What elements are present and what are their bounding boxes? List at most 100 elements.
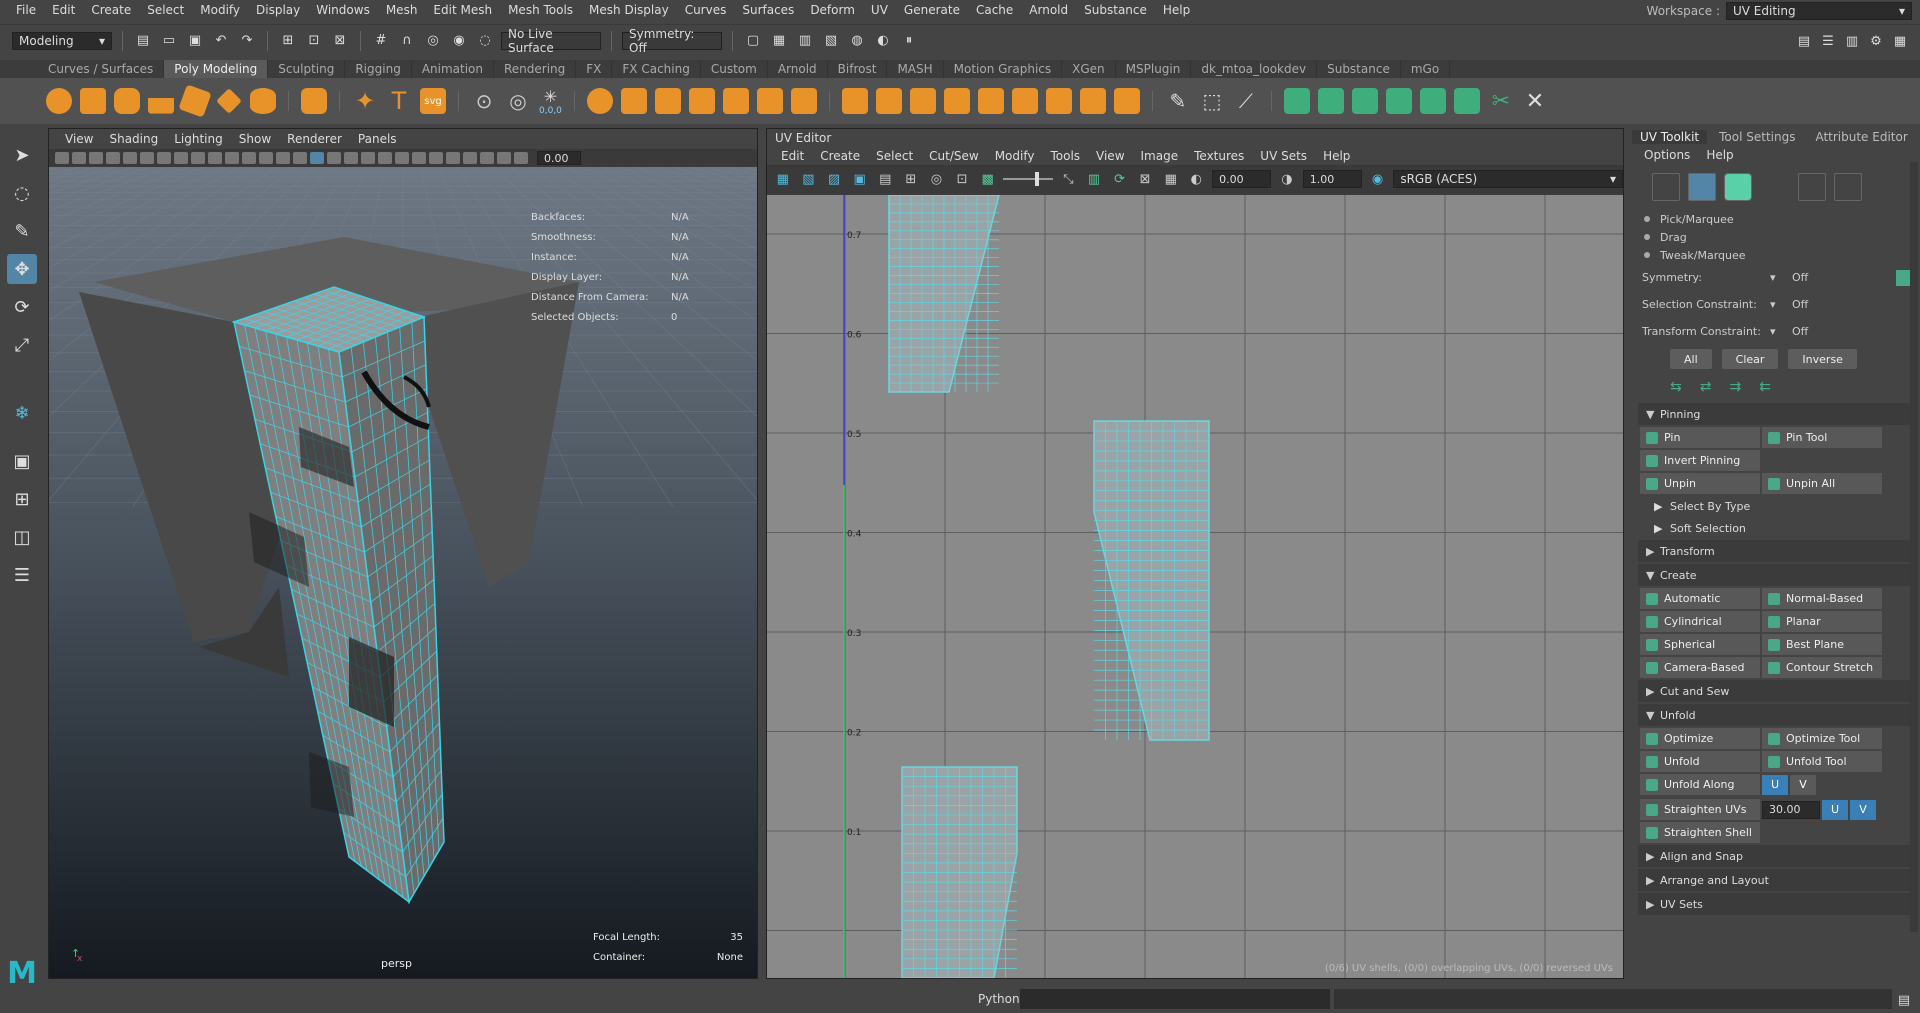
mode-dropdown[interactable]: Modeling ▾ — [12, 31, 112, 50]
shelf-tab-sculpting[interactable]: Sculpting — [268, 60, 346, 78]
snapshot-icon[interactable]: ⊡ — [952, 169, 972, 189]
automatic-uv-icon[interactable] — [1419, 88, 1446, 114]
viewport-scene[interactable]: ↑ x Backfaces: N/A Smoothness: N/A Instance:… — [0, 166, 1920, 978]
lattice-icon[interactable]: ✳ — [540, 86, 560, 106]
poly-torus-icon[interactable] — [178, 84, 212, 118]
optimize-tool-button[interactable]: Optimize Tool — [1762, 728, 1882, 749]
uv-refresh-icon[interactable]: ⟳ — [1110, 169, 1130, 189]
straighten-shell-button[interactable]: Straighten Shell — [1640, 822, 1760, 843]
fill-hole-icon[interactable] — [1045, 88, 1072, 114]
rotate-tool-icon[interactable]: ⟳ — [7, 292, 37, 322]
shelf-tab-poly-modeling[interactable]: Poly Modeling — [164, 60, 269, 78]
create-camera-based-button[interactable]: Camera-Based — [1640, 657, 1760, 678]
pin-tool-button[interactable]: Pin Tool — [1762, 427, 1882, 448]
poly-plane-icon[interactable] — [216, 88, 242, 114]
viewport-menu-renderer[interactable]: Renderer — [279, 132, 350, 146]
open-scene-icon[interactable]: ▭ — [159, 31, 179, 51]
uv-menu-image[interactable]: Image — [1133, 149, 1187, 163]
quadrangulate-icon[interactable] — [1113, 88, 1140, 114]
pixel-snap-icon[interactable]: ▧ — [799, 169, 819, 189]
uv-menu-create[interactable]: Create — [812, 149, 868, 163]
arnold-render-icon[interactable]: ◐ — [873, 31, 893, 51]
menu-select[interactable]: Select — [139, 3, 192, 17]
move-tool-icon[interactable]: ✥ — [7, 254, 37, 284]
save-scene-icon[interactable]: ▣ — [185, 31, 205, 51]
platonic-solid-icon[interactable] — [301, 88, 327, 114]
mode-pick-marquee[interactable]: Pick/Marquee — [1632, 210, 1920, 228]
tool-settings-icon[interactable]: ⚙ — [1866, 31, 1886, 51]
uv-shading-icon[interactable]: ▨ — [824, 169, 844, 189]
unfold-button[interactable]: Unfold — [1640, 751, 1760, 772]
poke-icon[interactable] — [943, 88, 970, 114]
workspace-dropdown[interactable]: UV Editing ▾ — [1726, 2, 1912, 20]
attribute-editor-icon[interactable]: ▥ — [1842, 31, 1862, 51]
uv-menu-cut-sew[interactable]: Cut/Sew — [921, 149, 987, 163]
mode-drag[interactable]: Drag — [1632, 228, 1920, 246]
cylindrical-uv-icon[interactable] — [1351, 88, 1378, 114]
texture-borders-icon[interactable]: ▣ — [850, 169, 870, 189]
extrude-icon[interactable] — [841, 88, 868, 114]
shelf-tab-substance[interactable]: Substance — [1317, 60, 1401, 78]
command-input[interactable] — [1020, 989, 1330, 1009]
unpin-button[interactable]: Unpin — [1640, 473, 1760, 494]
optimize-button[interactable]: Optimize — [1640, 728, 1760, 749]
shelf-tab-dk-mtoa-lookdev[interactable]: dk_mtoa_lookdev — [1191, 60, 1318, 78]
svg-tool-icon[interactable]: svg — [420, 88, 446, 114]
pause-icon[interactable]: ⏸ — [899, 31, 919, 51]
render-current-icon[interactable]: ▥ — [795, 31, 815, 51]
transform-constraint-value[interactable]: Off — [1792, 325, 1808, 338]
single-view-icon[interactable]: ▣ — [7, 446, 37, 476]
unfold-along-button[interactable]: Unfold Along — [1640, 774, 1760, 795]
outliner-icon[interactable]: ☰ — [7, 560, 37, 590]
straighten-u-button[interactable]: U — [1822, 799, 1848, 820]
select-border-icon[interactable]: ⇉ — [1729, 379, 1741, 395]
brightness-slider[interactable] — [1003, 172, 1053, 186]
live-surface-field[interactable]: No Live Surface — [501, 27, 601, 55]
distortion-icon[interactable]: ▤ — [875, 169, 895, 189]
lasso-tool-icon[interactable]: ◌ — [7, 178, 37, 208]
unfold-along-v-button[interactable]: V — [1790, 774, 1816, 795]
viewport-menu-show[interactable]: Show — [231, 132, 279, 146]
menu-surfaces[interactable]: Surfaces — [734, 3, 802, 17]
menu-arnold[interactable]: Arnold — [1021, 3, 1076, 17]
image-display-icon[interactable]: ◎ — [927, 169, 947, 189]
checker-icon[interactable]: ⊞ — [901, 169, 921, 189]
select-by-type-section[interactable]: ▶ Select By Type — [1646, 496, 1914, 516]
create-planar-button[interactable]: Planar — [1762, 611, 1882, 632]
gamma-icon[interactable]: ◑ — [1277, 169, 1297, 189]
super-shape-icon[interactable]: ✦ — [352, 87, 378, 115]
select-shell-border-icon[interactable]: ⇇ — [1759, 379, 1771, 395]
viewport-menu-view[interactable]: View — [57, 132, 101, 146]
shelf-tab-fx-caching[interactable]: FX Caching — [612, 60, 701, 78]
uv-menu-help[interactable]: Help — [1315, 149, 1358, 163]
sew-uv-icon[interactable]: ✕ — [1522, 88, 1548, 114]
menu-curves[interactable]: Curves — [677, 3, 735, 17]
channel-box-icon[interactable]: ▦ — [1890, 31, 1910, 51]
create-automatic-button[interactable]: Automatic — [1640, 588, 1760, 609]
triangulate-icon[interactable] — [1079, 88, 1106, 114]
create-spherical-button[interactable]: Spherical — [1640, 634, 1760, 655]
transform-section[interactable]: ▶ Transform — [1638, 540, 1914, 562]
select-tool-icon[interactable]: ➤ — [7, 140, 37, 170]
shelf-tab-xgen[interactable]: XGen — [1062, 60, 1116, 78]
shell-mode-icon[interactable] — [1724, 173, 1752, 201]
shelf-tab-arnold[interactable]: Arnold — [768, 60, 828, 78]
pin-button[interactable]: Pin — [1640, 427, 1760, 448]
soft-selection-section[interactable]: ▶ Soft Selection — [1646, 518, 1914, 538]
combine-icon[interactable] — [586, 88, 613, 114]
boolean-icon[interactable] — [790, 88, 817, 114]
toolkit-menu-help[interactable]: Help — [1698, 148, 1741, 162]
shelf-tab-rigging[interactable]: Rigging — [345, 60, 412, 78]
snowflake-icon[interactable]: ❄ — [7, 398, 37, 428]
mirror-icon[interactable] — [756, 88, 783, 114]
toolkit-scrollbar[interactable] — [1910, 162, 1918, 932]
menu-generate[interactable]: Generate — [896, 3, 968, 17]
selection-constraint-value[interactable]: Off — [1792, 298, 1808, 311]
hypershade-icon[interactable]: ◍ — [847, 31, 867, 51]
uv-isolate-icon[interactable]: ⤡ — [1059, 169, 1079, 189]
select-hierarchy-icon[interactable]: ⊞ — [278, 31, 298, 51]
create-section[interactable]: ▼ Create — [1638, 564, 1914, 586]
gamma-field[interactable]: 1.00 — [1302, 170, 1362, 188]
script-editor-icon[interactable]: ▤ — [1894, 990, 1914, 1010]
shelf-tab-motion-graphics[interactable]: Motion Graphics — [944, 60, 1063, 78]
